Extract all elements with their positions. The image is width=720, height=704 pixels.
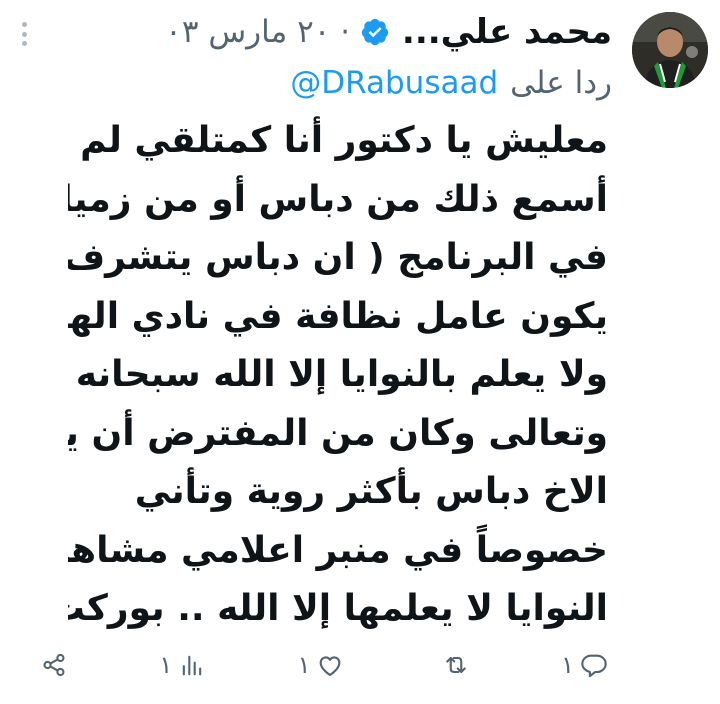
verified-badge-icon — [361, 18, 389, 46]
tweet-text-line: يكون عامل نظافة في نادي الهلال) — [68, 295, 608, 337]
avatar[interactable] — [632, 12, 708, 88]
tweet-text-line: وتعالى وكان من المفترض أن يرد — [68, 412, 608, 454]
author-name[interactable]: محمد علي... — [402, 12, 612, 52]
heart-icon — [320, 656, 341, 676]
tweet-header: محمد علي... · ٢٠ مارس ٠٣ — [20, 8, 612, 56]
tweet-text-line: الاخ دباس بأكثر روية وتأني — [134, 471, 608, 512]
share-icon — [43, 653, 65, 677]
reply-count: ١ — [561, 651, 574, 679]
share-button[interactable] — [40, 651, 68, 679]
views-icon — [183, 655, 202, 676]
meta-separator: · — [340, 14, 350, 50]
views-button[interactable]: ١ — [159, 651, 206, 679]
avatar-image — [632, 12, 708, 88]
tweet-text-line: في البرنامج ( ان دباس يتشرف ان — [68, 237, 608, 278]
retweet-button[interactable] — [436, 651, 470, 679]
retweet-icon — [445, 656, 466, 674]
more-options-icon[interactable] — [20, 22, 28, 46]
replying-to-label: ردا على — [510, 65, 612, 101]
tweet-text-line: النوايا لا يعلمها إلا الله .. بوركت — [68, 588, 608, 629]
reply-button[interactable]: ١ — [561, 651, 608, 679]
tweet-text: معليش يا دكتور أنا كمتلقي لم أسمع ذلك من… — [68, 112, 608, 632]
tweet-actions: ١ ١ ١ — [40, 642, 608, 688]
tweet-text-line: ولا يعلم بالنوايا إلا الله سبحانه — [75, 354, 608, 395]
reply-icon — [581, 654, 607, 678]
tweet-text-line: أسمع ذلك من دباس أو من زميله — [68, 178, 608, 220]
replying-to-handle[interactable]: @DRabusaad — [290, 65, 498, 101]
views-count: ١ — [159, 651, 173, 679]
like-button[interactable]: ١ — [298, 651, 345, 679]
like-count: ١ — [297, 651, 311, 679]
tweet-text-line: خصوصاً في منبر اعلامي مشاهد. — [68, 529, 608, 571]
replying-to: ردا على @DRabusaad — [290, 60, 612, 106]
tweet-text-line: معليش يا دكتور أنا كمتلقي لم — [80, 120, 608, 161]
tweet-date[interactable]: ٢٠ مارس ٠٣ — [165, 14, 330, 50]
